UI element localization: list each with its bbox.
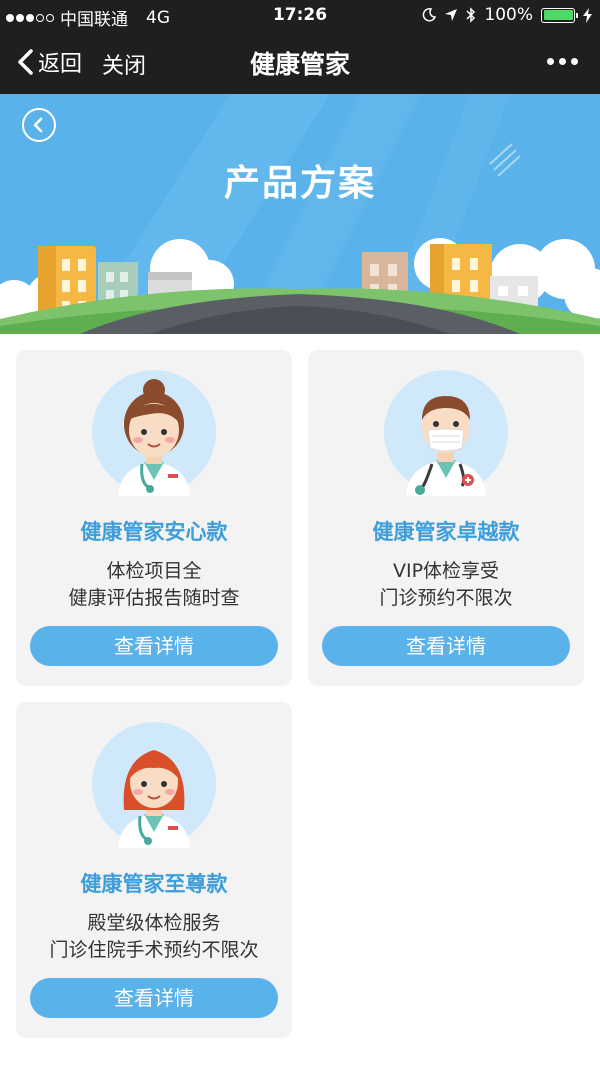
charging-icon bbox=[583, 7, 592, 23]
plan-card-anxin: 健康管家安心款 体检项目全 健康评估报告随时查 查看详情 bbox=[16, 350, 292, 686]
location-icon bbox=[445, 9, 458, 21]
plan-description: 殿堂级体检服务 门诊住院手术预约不限次 bbox=[16, 910, 292, 964]
chevron-left-icon bbox=[18, 49, 33, 75]
view-details-button[interactable]: 查看详情 bbox=[322, 626, 570, 666]
plan-name: 健康管家安心款 bbox=[80, 520, 228, 544]
plan-description: 体检项目全 健康评估报告随时查 bbox=[16, 558, 292, 612]
view-details-button[interactable]: 查看详情 bbox=[30, 978, 278, 1018]
female-doctor-icon bbox=[92, 722, 216, 848]
plan-desc-line: 殿堂级体检服务 bbox=[87, 912, 221, 934]
battery-percent: 100% bbox=[484, 5, 533, 25]
battery-icon bbox=[541, 7, 578, 23]
view-details-button[interactable]: 查看详情 bbox=[30, 626, 278, 666]
plan-name: 健康管家至尊款 bbox=[80, 872, 228, 896]
male-doctor-icon bbox=[384, 370, 508, 496]
plan-card-zhuoyue: 健康管家卓越款 VIP体检享受 门诊预约不限次 查看详情 bbox=[308, 350, 584, 686]
more-icon bbox=[547, 58, 554, 65]
close-button[interactable]: 关闭 bbox=[102, 48, 146, 80]
plan-desc-line: 健康评估报告随时查 bbox=[68, 587, 240, 609]
banner: 产品方案 bbox=[0, 94, 600, 334]
status-right: 100% bbox=[422, 5, 592, 25]
plan-name: 健康管家卓越款 bbox=[372, 520, 520, 544]
status-bar: 中国联通 4G 17:26 100% bbox=[0, 0, 600, 30]
city-illustration bbox=[0, 94, 600, 334]
bluetooth-icon bbox=[466, 7, 476, 23]
page-title: 健康管家 bbox=[249, 50, 350, 79]
plan-desc-line: 门诊住院手术预约不限次 bbox=[49, 939, 259, 961]
nav-bar: 返回 关闭 健康管家 bbox=[0, 30, 600, 94]
female-doctor-icon bbox=[92, 370, 216, 496]
plan-desc-line: 体检项目全 bbox=[106, 560, 202, 582]
plan-description: VIP体检享受 门诊预约不限次 bbox=[308, 558, 584, 612]
plan-card-zhizun: 健康管家至尊款 殿堂级体检服务 门诊住院手术预约不限次 查看详情 bbox=[16, 702, 292, 1038]
plan-desc-line: VIP体检享受 bbox=[392, 560, 500, 582]
moon-icon bbox=[423, 8, 437, 22]
doctor-avatar bbox=[90, 368, 218, 496]
back-label: 返回 bbox=[38, 52, 83, 77]
doctor-avatar bbox=[90, 720, 218, 848]
banner-title: 产品方案 bbox=[223, 163, 376, 204]
back-button[interactable]: 返回 bbox=[16, 46, 82, 78]
doctor-avatar bbox=[382, 368, 510, 496]
chevron-left-icon bbox=[33, 117, 43, 133]
more-button[interactable] bbox=[547, 58, 578, 65]
plan-desc-line: 门诊预约不限次 bbox=[379, 587, 513, 609]
banner-back-button[interactable] bbox=[22, 108, 56, 142]
